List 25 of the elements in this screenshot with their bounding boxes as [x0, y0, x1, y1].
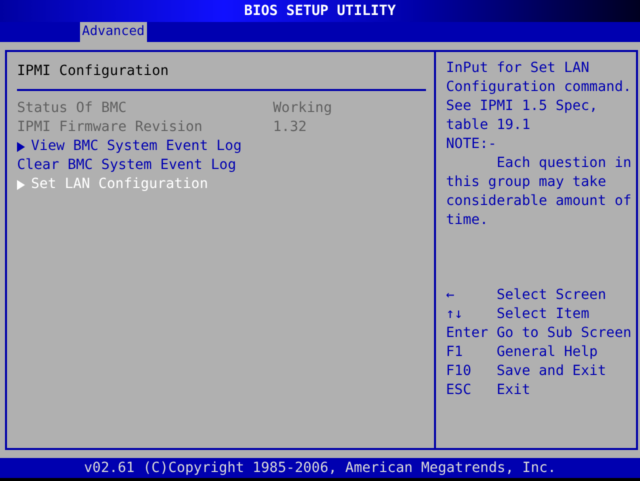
key-action: General Help [496, 343, 598, 362]
key-action: Go to Sub Screen [496, 324, 632, 343]
key-name: Enter [446, 324, 490, 343]
key-name: F10 [446, 362, 472, 381]
key-action: Save and Exit [496, 362, 606, 381]
tab[interactable]: Advanced [80, 22, 147, 42]
window-title: BIOS SETUP UTILITY [244, 3, 396, 19]
key-action: Select Screen [496, 286, 606, 305]
key-action: Select Item [496, 305, 590, 324]
menu-item[interactable]: Clear BMC System Event Log [17, 156, 273, 175]
triangle-icon [17, 180, 25, 190]
item-value: 1.32 [273, 118, 307, 137]
key-name: F1 [446, 343, 464, 362]
section-title: IPMI Configuration [17, 62, 170, 81]
key-name: ↑↓ [446, 305, 464, 324]
item-value: Working [273, 99, 332, 118]
help-text: InPut for Set LAN Configuration command. See IPMI 1.5 Spec, table 19.1 [446, 59, 632, 135]
help-text: Each question in this group may take considerable amount of time. [446, 154, 632, 230]
key-name: ← [446, 286, 456, 305]
triangle-icon [17, 142, 25, 152]
key-action: Exit [496, 381, 530, 400]
copyright-text: v02.61 (C)Copyright 1985-2006, American Megatrends, Inc. [84, 460, 556, 476]
help-text: NOTE:- [446, 135, 498, 154]
menu-item[interactable]: View BMC System Event Log [17, 137, 273, 156]
key-name: ESC [446, 381, 472, 400]
